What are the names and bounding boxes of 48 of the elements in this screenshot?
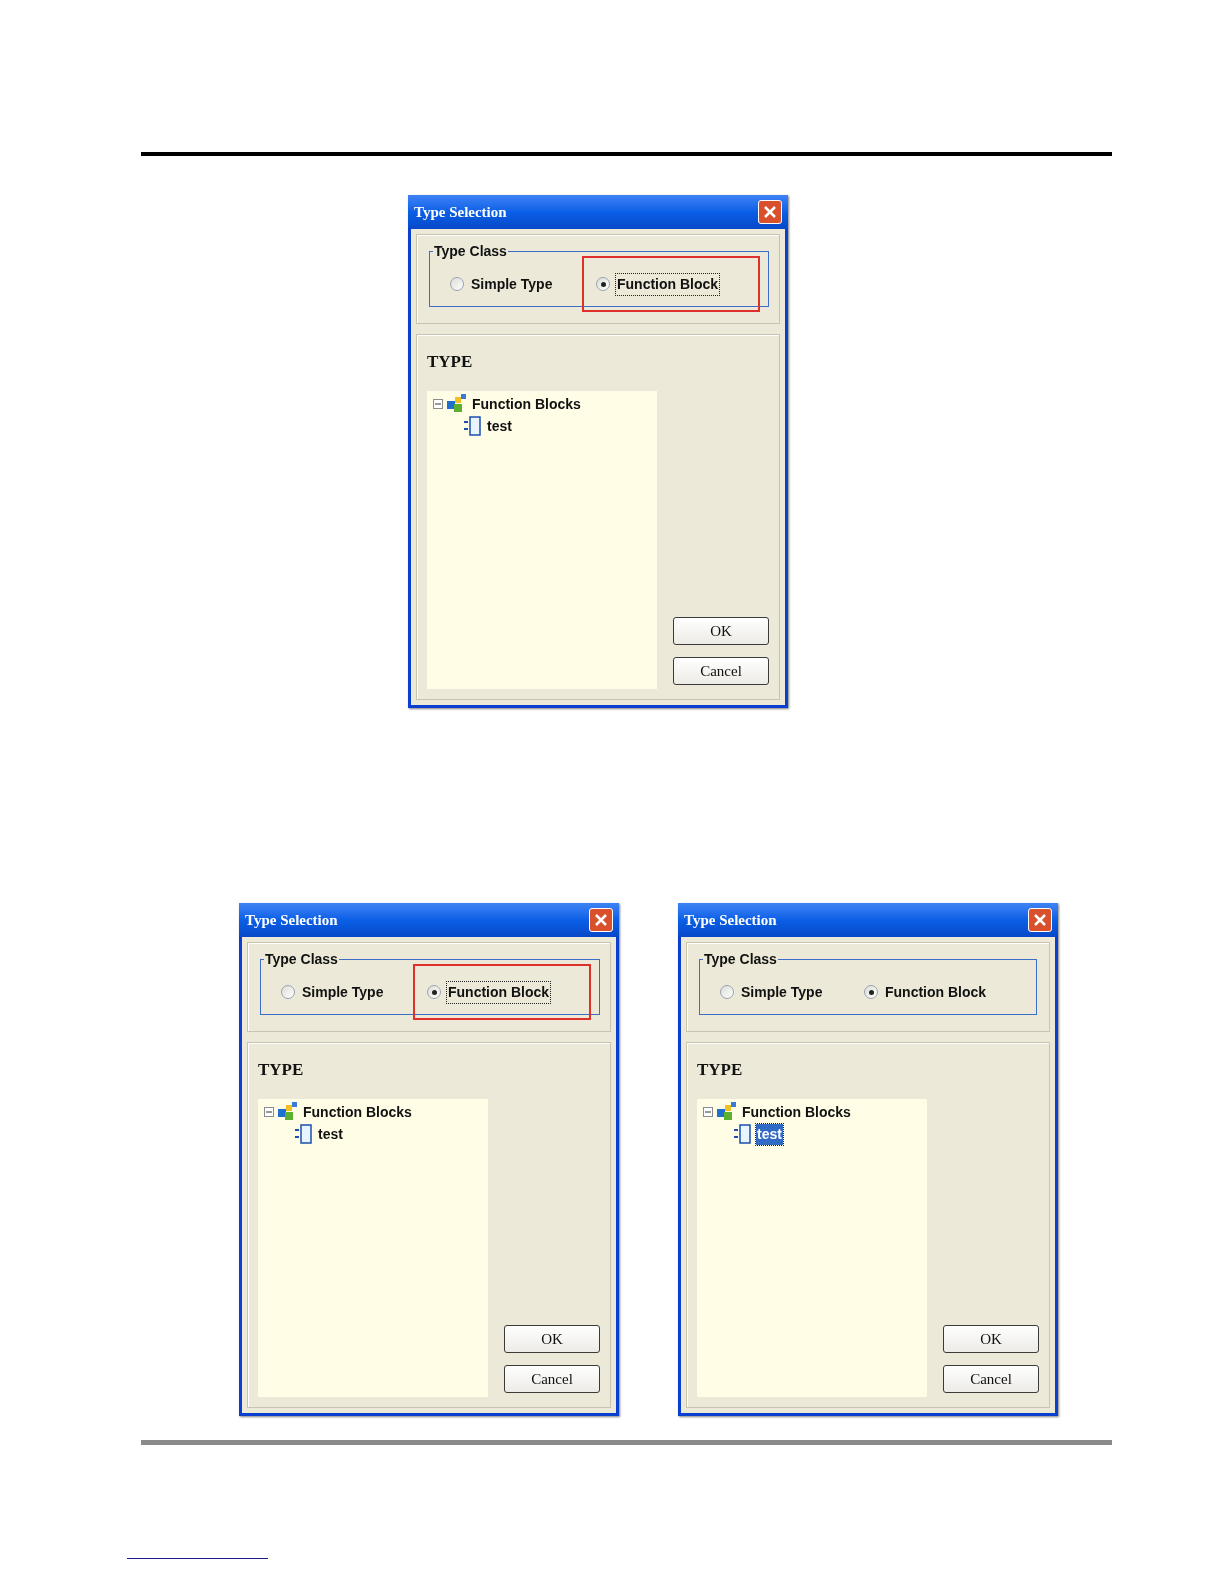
radio-label[interactable]: Function Block bbox=[616, 273, 720, 295]
tree-item[interactable]: Function Blocks bbox=[303, 1101, 412, 1123]
radio-button[interactable] bbox=[427, 985, 441, 999]
section-label: TYPE bbox=[697, 1059, 744, 1081]
group-label: Type Class bbox=[433, 242, 508, 261]
expander-icon[interactable] bbox=[703, 1107, 713, 1117]
radio-label[interactable]: Function Block bbox=[884, 981, 988, 1003]
group-label: Type Class bbox=[703, 950, 778, 969]
block-icon bbox=[463, 416, 483, 436]
dialog-button[interactable]: OK bbox=[943, 1325, 1039, 1353]
radio-label[interactable]: Function Block bbox=[447, 981, 551, 1003]
close-button[interactable] bbox=[589, 908, 613, 932]
dialog-button[interactable]: OK bbox=[673, 617, 769, 645]
blocks-icon bbox=[277, 1102, 297, 1122]
close-button[interactable] bbox=[758, 200, 782, 224]
tree-item[interactable]: test bbox=[317, 1123, 344, 1145]
window-title: Type Selection bbox=[245, 910, 338, 930]
expander-icon[interactable] bbox=[264, 1107, 274, 1117]
dialog-button[interactable]: Cancel bbox=[673, 657, 769, 685]
blocks-icon bbox=[446, 394, 466, 414]
close-button[interactable] bbox=[1028, 908, 1052, 932]
block-icon bbox=[294, 1124, 314, 1144]
radio-button[interactable] bbox=[596, 277, 610, 291]
tree-item[interactable]: Function Blocks bbox=[472, 393, 581, 415]
close-icon bbox=[1033, 913, 1047, 927]
tree-item[interactable]: Function Blocks bbox=[742, 1101, 851, 1123]
close-icon bbox=[763, 205, 777, 219]
tree-item[interactable]: test bbox=[486, 415, 513, 437]
window-title: Type Selection bbox=[414, 202, 507, 222]
tree-item[interactable]: test bbox=[756, 1123, 783, 1145]
radio-label[interactable]: Simple Type bbox=[740, 981, 824, 1003]
expander-icon[interactable] bbox=[433, 399, 443, 409]
dialog-button[interactable]: OK bbox=[504, 1325, 600, 1353]
blocks-icon bbox=[716, 1102, 736, 1122]
window-title: Type Selection bbox=[684, 910, 777, 930]
radio-button[interactable] bbox=[281, 985, 295, 999]
radio-button[interactable] bbox=[720, 985, 734, 999]
group-label: Type Class bbox=[264, 950, 339, 969]
radio-button[interactable] bbox=[450, 277, 464, 291]
radio-label[interactable]: Simple Type bbox=[470, 273, 554, 295]
radio-label[interactable]: Simple Type bbox=[301, 981, 385, 1003]
block-icon bbox=[733, 1124, 753, 1144]
close-icon bbox=[594, 913, 608, 927]
dialog-button[interactable]: Cancel bbox=[943, 1365, 1039, 1393]
dialog-button[interactable]: Cancel bbox=[504, 1365, 600, 1393]
section-label: TYPE bbox=[427, 351, 474, 373]
radio-button[interactable] bbox=[864, 985, 878, 999]
section-label: TYPE bbox=[258, 1059, 305, 1081]
